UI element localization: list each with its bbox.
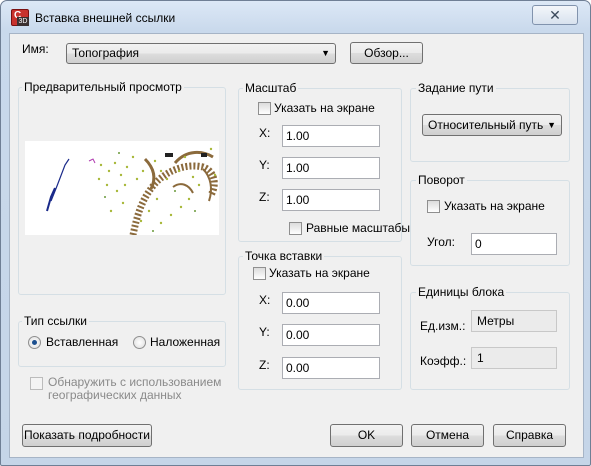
path-type-value: Относительный путь — [428, 118, 544, 132]
insertion-on-screen-label[interactable]: Указать на экране — [269, 266, 370, 280]
chevron-down-icon: ▼ — [547, 120, 556, 130]
scale-z-label: Z: — [259, 190, 270, 204]
dialog-client: Имя: Топография ▼ Обзор... Предварительн… — [9, 33, 584, 458]
rotation-on-screen-label[interactable]: Указать на экране — [444, 199, 545, 213]
insertion-point-title: Точка вставки — [243, 249, 325, 263]
uniform-scale-label[interactable]: Равные масштабы — [306, 221, 410, 235]
geo-checkbox-label-1: Обнаружить с использованием — [48, 375, 222, 389]
radio-overlay[interactable] — [133, 336, 146, 349]
radio-attached[interactable] — [28, 336, 41, 349]
angle-input[interactable]: 0 — [471, 233, 557, 255]
insertion-y-label: Y: — [259, 325, 270, 339]
window-title: Вставка внешней ссылки — [35, 11, 176, 25]
insertion-z-input[interactable]: 0.00 — [282, 357, 380, 379]
name-combo-value: Топография — [72, 46, 140, 60]
radio-overlay-label[interactable]: Наложенная — [150, 335, 220, 349]
radio-selected-dot — [32, 340, 37, 345]
scale-on-screen-label[interactable]: Указать на экране — [274, 101, 375, 115]
preview-image — [25, 141, 219, 235]
browse-button[interactable]: Обзор... — [350, 42, 423, 64]
name-label: Имя: — [22, 42, 49, 56]
scale-x-input[interactable]: 1.00 — [282, 125, 380, 147]
cancel-button[interactable]: Отмена — [411, 424, 484, 447]
close-button[interactable]: ✕ — [532, 5, 578, 25]
reference-type-title: Тип ссылки — [22, 314, 89, 328]
unit-label: Ед.изм.: — [420, 319, 466, 333]
block-unit-title: Единицы блока — [416, 285, 507, 299]
uniform-scale-checkbox[interactable] — [289, 222, 302, 235]
angle-label: Угол: — [427, 235, 455, 249]
dialog-window: C 3D Вставка внешней ссылки ✕ Имя: Топог… — [0, 0, 591, 466]
factor-label: Коэфф.: — [420, 354, 467, 368]
show-details-button[interactable]: Показать подробности — [22, 424, 152, 447]
close-icon: ✕ — [549, 7, 561, 23]
app-icon: C 3D — [11, 9, 29, 26]
name-combo[interactable]: Топография ▼ — [66, 43, 336, 64]
unit-value: Метры — [471, 310, 557, 332]
geo-checkbox-label-2: географических данных — [48, 388, 182, 402]
scale-on-screen-checkbox[interactable] — [258, 102, 271, 115]
rotation-title: Поворот — [416, 173, 467, 187]
geo-checkbox[interactable] — [30, 377, 43, 390]
ok-button[interactable]: OK — [330, 424, 403, 447]
chevron-down-icon: ▼ — [321, 48, 330, 58]
insertion-x-input[interactable]: 0.00 — [282, 292, 380, 314]
scale-z-input[interactable]: 1.00 — [282, 189, 380, 211]
help-button[interactable]: Справка — [493, 424, 566, 447]
scale-title: Масштаб — [243, 81, 299, 95]
scale-x-label: X: — [259, 126, 271, 140]
scale-y-label: Y: — [259, 158, 270, 172]
title-bar[interactable]: C 3D Вставка внешней ссылки ✕ — [1, 1, 590, 35]
preview-title: Предварительный просмотр — [22, 80, 184, 94]
insertion-y-input[interactable]: 0.00 — [282, 324, 380, 346]
block-unit-group — [410, 292, 570, 390]
path-type-title: Задание пути — [416, 81, 496, 95]
scale-y-input[interactable]: 1.00 — [282, 157, 380, 179]
factor-value: 1 — [471, 347, 557, 369]
radio-attached-label[interactable]: Вставленная — [46, 335, 118, 349]
map-preview-graphic — [46, 147, 218, 235]
app-icon-tag: 3D — [17, 17, 29, 26]
insertion-on-screen-checkbox[interactable] — [253, 267, 266, 280]
path-type-combo[interactable]: Относительный путь ▼ — [422, 114, 562, 136]
insertion-x-label: X: — [259, 293, 271, 307]
insertion-z-label: Z: — [259, 358, 270, 372]
rotation-on-screen-checkbox[interactable] — [427, 200, 440, 213]
